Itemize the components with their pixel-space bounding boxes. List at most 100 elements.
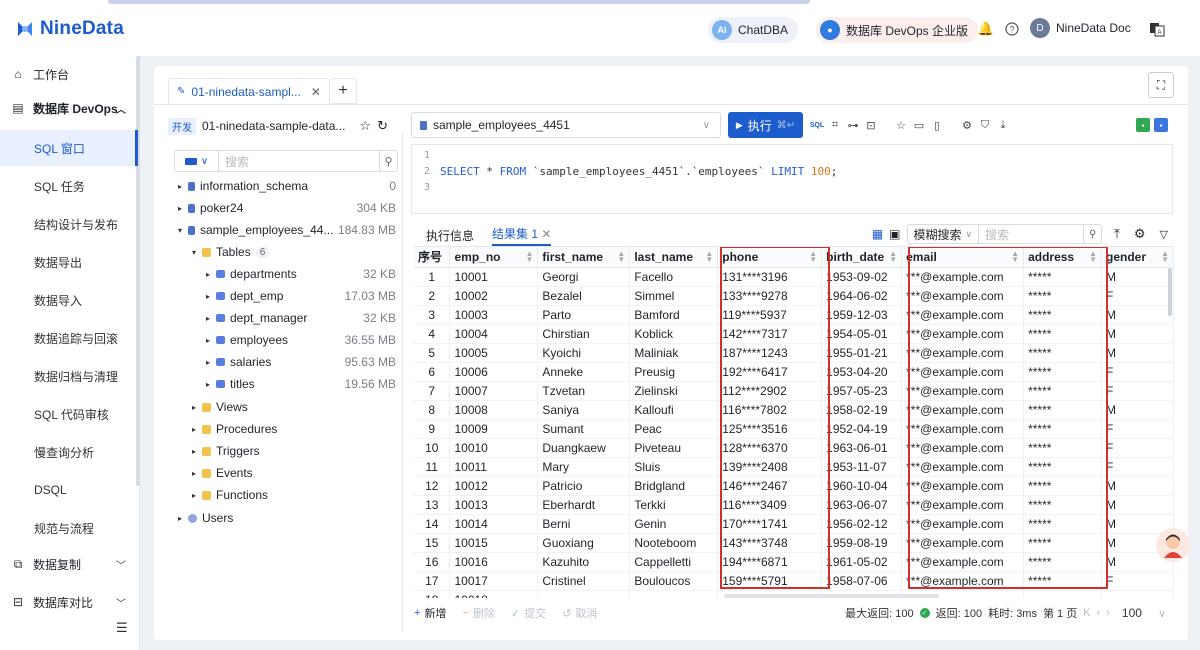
table-cell[interactable]: 10018: [449, 590, 539, 598]
table-cell[interactable]: 10016: [449, 552, 539, 572]
user-menu[interactable]: D NineData Doc: [1030, 18, 1131, 38]
sort-icon[interactable]: ▲ ▼: [617, 250, 625, 264]
tree-folder-functions[interactable]: ▸ Functions: [192, 485, 396, 505]
expand-arrow-icon[interactable]: ▸: [206, 358, 216, 367]
table-cell[interactable]: 1954-05-01: [821, 324, 903, 344]
table-cell[interactable]: Mary: [537, 457, 631, 477]
table-cell[interactable]: Georgi: [537, 267, 631, 287]
chatdba-button[interactable]: AI ChatDBA: [708, 17, 799, 43]
tree-folder-procedures[interactable]: ▸ Procedures: [192, 419, 396, 439]
database-select[interactable]: sample_employees_4451 ∨: [411, 112, 721, 138]
cancel-button[interactable]: ↺ 取消: [562, 605, 597, 621]
table-cell[interactable]: 5: [414, 343, 451, 363]
table-cell[interactable]: 10015: [449, 533, 539, 553]
sort-icon[interactable]: ▲ ▼: [525, 250, 533, 264]
sidebar-item-data-import[interactable]: 数据导入: [0, 282, 138, 318]
table-cell[interactable]: 10: [414, 438, 451, 458]
table-cell[interactable]: Cappelletti: [629, 552, 719, 572]
column-header[interactable]: gender ▲ ▼: [1101, 247, 1174, 268]
close-icon[interactable]: ✕: [541, 227, 551, 241]
tree-table-titles[interactable]: ▸ titles 19.56 MB: [206, 374, 396, 394]
table-cell[interactable]: 17: [414, 571, 451, 591]
search-icon[interactable]: ⚲: [1083, 225, 1101, 243]
sidebar-item-sql-review[interactable]: SQL 代码审核: [0, 396, 138, 432]
delete-row-button[interactable]: − 删除: [462, 605, 494, 621]
table-cell[interactable]: Chirstian: [537, 324, 631, 344]
table-cell[interactable]: F: [1101, 286, 1174, 306]
grid-view-icon[interactable]: ▦: [872, 227, 883, 241]
table-cell[interactable]: Bridgland: [629, 476, 719, 496]
table-cell[interactable]: 1956-02-12: [821, 514, 903, 534]
language-switch-icon[interactable]: A: [1148, 20, 1166, 38]
table-cell[interactable]: Nooteboom: [629, 533, 719, 553]
table-cell[interactable]: 1953-11-07: [821, 457, 903, 477]
table-cell[interactable]: 9: [414, 419, 451, 439]
table-cell[interactable]: 1963-06-01: [821, 438, 903, 458]
tab-result-set-1[interactable]: 结果集 1 ✕: [492, 225, 552, 246]
table-cell[interactable]: 10006: [449, 362, 539, 382]
table-cell[interactable]: Kalloufi: [629, 400, 719, 420]
star-icon[interactable]: ☆: [359, 118, 371, 134]
result-table[interactable]: 序号 emp_no ▲ ▼ first_name ▲ ▼ last_name ▲ ▼ phone ▲ ▼…: [414, 246, 1174, 598]
table-cell[interactable]: 15: [414, 533, 451, 553]
table-cell[interactable]: Duangkaew: [537, 438, 631, 458]
table-cell[interactable]: Patricio: [537, 476, 631, 496]
prev-page-icon[interactable]: ‹: [1097, 607, 1101, 619]
table-cell[interactable]: 1959-08-19: [821, 533, 903, 553]
expand-arrow-icon[interactable]: ▸: [206, 270, 216, 279]
filter-icon[interactable]: ▽: [1160, 228, 1168, 241]
settings-icon[interactable]: ⚙: [1134, 226, 1146, 242]
table-cell[interactable]: M: [1101, 324, 1174, 344]
notification-bell-icon[interactable]: 🔔: [978, 21, 994, 37]
star-icon[interactable]: ☆: [894, 118, 908, 132]
table-cell[interactable]: 1952-04-19: [821, 419, 903, 439]
table-cell[interactable]: F: [1101, 438, 1174, 458]
devops-edition-badge[interactable]: ● 数据库 DevOps 企业版: [816, 17, 979, 43]
first-page-icon[interactable]: K: [1083, 607, 1090, 619]
table-cell[interactable]: Sluis: [629, 457, 719, 477]
table-cell[interactable]: Maliniak: [629, 343, 719, 363]
panel-divider[interactable]: [402, 132, 403, 632]
table-cell[interactable]: 1957-05-23: [821, 381, 903, 401]
add-tab-button[interactable]: +: [329, 78, 357, 104]
sort-icon[interactable]: ▲ ▼: [889, 250, 897, 264]
chart-icon[interactable]: ⊡: [864, 118, 878, 132]
table-cell[interactable]: 10014: [449, 514, 539, 534]
page-size-select[interactable]: 100: [1122, 606, 1142, 620]
table-horizontal-scrollbar[interactable]: [724, 594, 939, 598]
export-icon[interactable]: ⤒: [1114, 226, 1120, 242]
table-cell[interactable]: 1960-10-04: [821, 476, 903, 496]
table-cell[interactable]: 18: [414, 590, 451, 598]
sidebar-item-data-export[interactable]: 数据导出: [0, 244, 138, 280]
tree-filter-select[interactable]: ∨: [175, 151, 219, 171]
table-cell[interactable]: Preusig: [629, 362, 719, 382]
table-cell[interactable]: 10004: [449, 324, 539, 344]
tree-db-information-schema[interactable]: ▸ information_schema 0: [178, 176, 396, 196]
table-cell[interactable]: 10011: [449, 457, 539, 477]
table-cell[interactable]: 10008: [449, 400, 539, 420]
expand-arrow-icon[interactable]: ▸: [192, 469, 202, 478]
table-cell[interactable]: 10002: [449, 286, 539, 306]
table-cell[interactable]: M: [1101, 476, 1174, 496]
sort-icon[interactable]: ▲ ▼: [1161, 250, 1169, 264]
table-vertical-scrollbar[interactable]: [1168, 268, 1172, 316]
expand-arrow-icon[interactable]: ▸: [206, 292, 216, 301]
tree-folder-tables[interactable]: ▾ Tables 6: [192, 242, 396, 262]
refresh-icon[interactable]: ↻: [377, 118, 388, 134]
diagram-icon[interactable]: ⊶: [846, 118, 860, 132]
table-cell[interactable]: 1953-04-20: [821, 362, 903, 382]
search-icon[interactable]: ⚲: [379, 151, 397, 171]
help-icon[interactable]: ?: [1004, 21, 1020, 37]
submit-button[interactable]: ✓ 提交: [511, 605, 546, 621]
table-cell[interactable]: 1959-12-03: [821, 305, 903, 325]
table-cell[interactable]: F: [1101, 362, 1174, 382]
column-header[interactable]: birth_date ▲ ▼: [821, 247, 903, 268]
table-cell[interactable]: [537, 590, 631, 598]
table-cell[interactable]: 10009: [449, 419, 539, 439]
table-cell[interactable]: 1955-01-21: [821, 343, 903, 363]
expand-arrow-icon[interactable]: ▸: [206, 380, 216, 389]
expand-arrow-icon[interactable]: ▸: [178, 204, 188, 213]
expand-arrow-icon[interactable]: ▸: [192, 425, 202, 434]
sort-icon[interactable]: ▲ ▼: [705, 250, 713, 264]
close-icon[interactable]: ✕: [311, 85, 321, 99]
